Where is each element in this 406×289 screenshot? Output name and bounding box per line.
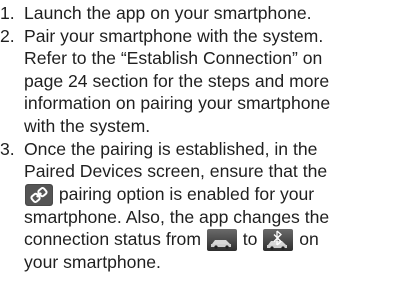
step-number: 3.: [0, 138, 15, 159]
step-number: 1.: [0, 3, 15, 23]
step-3: 3. Once the pairing is established, in t…: [0, 138, 406, 274]
car-bluetooth-connected-icon: [263, 229, 294, 252]
step-2: 2. Pair your smartphone with the system.…: [0, 25, 406, 138]
instruction-page: 1. Launch the app on your smartphone. 2.…: [0, 0, 406, 289]
step-text-part-a: Once the pairing is established, in the …: [24, 138, 328, 182]
step-text-part-c: to: [242, 229, 258, 250]
steps-list: 1. Launch the app on your smartphone. 2.…: [0, 0, 406, 274]
step-1: 1. Launch the app on your smartphone.: [0, 2, 406, 25]
step-number: 2.: [0, 25, 15, 46]
phone-link-icon: [25, 183, 53, 206]
step-text: Pair your smartphone with the system. Re…: [24, 25, 331, 136]
step-text: Once the pairing is established, in the …: [24, 138, 406, 274]
step-text: Launch the app on your smartphone.: [24, 3, 312, 23]
car-disconnected-icon: [206, 229, 237, 252]
